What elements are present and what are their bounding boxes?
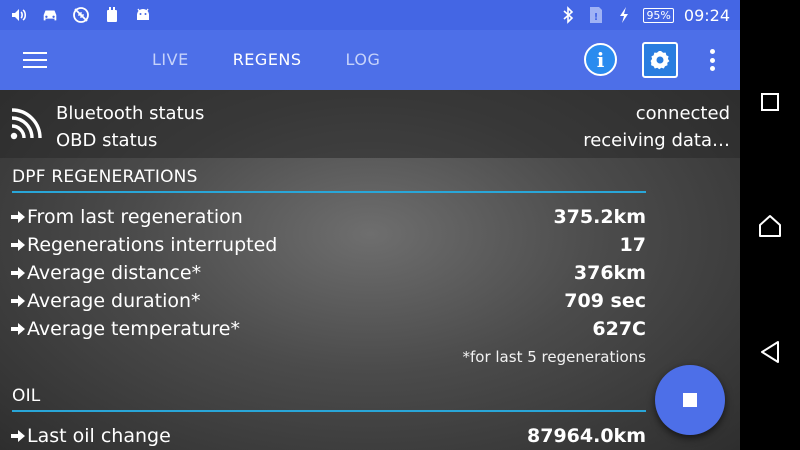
tab-live[interactable]: LIVE: [130, 30, 211, 90]
oil-row: Last oil change 87964.0km: [10, 425, 646, 447]
arrow-right-icon: [11, 239, 25, 251]
gear-icon: [650, 51, 670, 70]
car-icon: [41, 6, 59, 24]
stop-button[interactable]: [655, 365, 725, 435]
status-bar: ! 95% 09:24: [0, 0, 740, 30]
dpf-row-value: 709 sec: [564, 290, 646, 312]
connection-status-panel: Bluetooth status connected OBD status re…: [0, 90, 740, 158]
dpf-row-label: Regenerations interrupted: [27, 234, 278, 256]
battery-level: 95%: [643, 7, 674, 23]
sd-card-icon: !: [587, 6, 605, 24]
arrow-right-icon: [11, 267, 25, 279]
no-network-icon: [72, 6, 90, 24]
arrow-right-icon: [11, 211, 25, 223]
arrow-right-icon: [11, 295, 25, 307]
obd-status-value: receiving data…: [583, 130, 730, 151]
stop-icon: [683, 393, 697, 407]
oil-row-value: 87964.0km: [527, 425, 646, 447]
android-icon: [134, 6, 152, 24]
recents-icon[interactable]: [756, 88, 784, 116]
oil-row-label: Last oil change: [27, 425, 171, 447]
navigation-bar: [740, 0, 800, 450]
dpf-row: From last regeneration 375.2km: [10, 206, 646, 228]
bluetooth-status-label: Bluetooth status: [56, 103, 205, 124]
settings-button[interactable]: [642, 42, 678, 78]
dpf-row-label: Average duration*: [27, 290, 201, 312]
dpf-row: Regenerations interrupted 17: [10, 234, 646, 256]
dpf-row-value: 376km: [573, 262, 646, 284]
info-button[interactable]: i: [584, 43, 617, 76]
app-bar: LIVE REGENS LOG i: [0, 30, 740, 90]
bluetooth-icon: [559, 6, 577, 24]
dpf-row-label: From last regeneration: [27, 206, 243, 228]
arrow-right-icon: [11, 430, 25, 442]
menu-icon[interactable]: [23, 52, 47, 70]
signal-icon: [10, 108, 42, 140]
dpf-row-value: 627C: [592, 318, 646, 340]
dpf-row: Average temperature* 627C: [10, 318, 646, 340]
regens-content: Bluetooth status connected OBD status re…: [0, 90, 740, 450]
arrow-right-icon: [11, 323, 25, 335]
dpf-footnote: *for last 5 regenerations: [462, 348, 647, 366]
volume-icon: [10, 6, 28, 24]
bluetooth-status-row: Bluetooth status connected: [56, 103, 730, 124]
bluetooth-status-value: connected: [635, 103, 730, 124]
obd-status-row: OBD status receiving data…: [56, 130, 730, 151]
charging-icon: [615, 6, 633, 24]
dpf-row-label: Average temperature*: [27, 318, 240, 340]
dpf-section-title: DPF REGENERATIONS: [12, 167, 646, 193]
tab-bar: LIVE REGENS LOG: [130, 30, 402, 90]
obd-status-label: OBD status: [56, 130, 158, 151]
clock: 09:24: [683, 5, 730, 25]
dpf-row: Average duration* 709 sec: [10, 290, 646, 312]
sim-icon: [103, 6, 121, 24]
tab-regens[interactable]: REGENS: [211, 30, 324, 90]
app-screen: ! 95% 09:24 LIVE REGENS LOG i Bluetooth …: [0, 0, 740, 450]
dpf-row: Average distance* 376km: [10, 262, 646, 284]
dpf-row-value: 17: [619, 234, 646, 256]
tab-log[interactable]: LOG: [324, 30, 403, 90]
oil-section-title: OIL: [12, 386, 646, 412]
dpf-row-label: Average distance*: [27, 262, 202, 284]
back-icon[interactable]: [756, 338, 784, 366]
svg-text:!: !: [594, 12, 599, 23]
dpf-row-value: 375.2km: [553, 206, 646, 228]
home-icon[interactable]: [756, 212, 784, 240]
more-options-icon[interactable]: [700, 45, 724, 75]
